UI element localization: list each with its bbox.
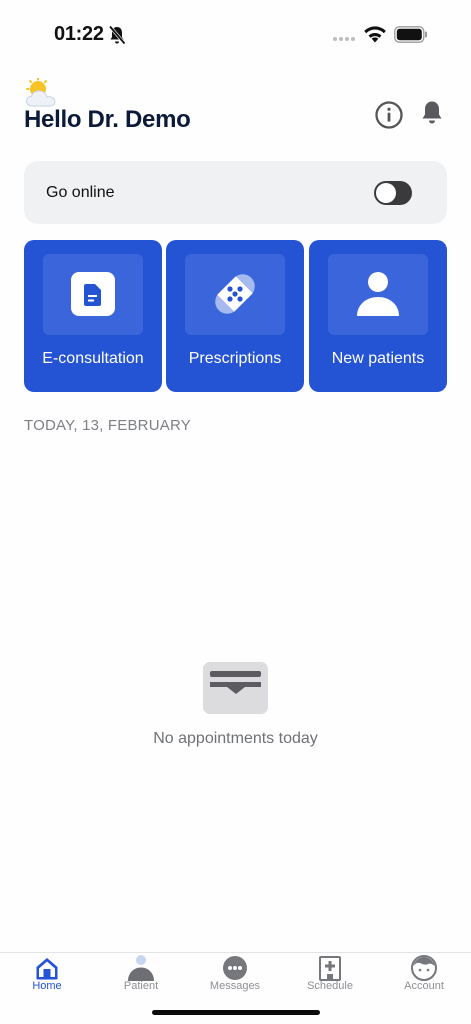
- nav-label: Schedule: [307, 980, 353, 992]
- nav-item-messages[interactable]: Messages: [188, 953, 282, 1003]
- go-online-label: Go online: [46, 184, 115, 201]
- nav-item-patient[interactable]: Patient: [94, 953, 188, 1003]
- greeting-title: Hello Dr. Demo: [24, 106, 191, 133]
- inbox-tray-icon: [203, 662, 268, 714]
- date-heading: TODAY, 13, FEBRUARY: [24, 417, 191, 434]
- info-circle-icon[interactable]: [374, 100, 404, 130]
- person-icon: [357, 272, 399, 316]
- wifi-icon: [364, 26, 386, 43]
- bell-icon[interactable]: [420, 99, 444, 127]
- tile-icon-box: [43, 254, 143, 335]
- face-icon: [411, 955, 437, 981]
- tile-label: New patients: [331, 350, 425, 367]
- nav-item-account[interactable]: Account: [377, 953, 471, 1003]
- chat-bubble-icon: [223, 956, 247, 980]
- toggle-knob: [376, 183, 396, 203]
- nav-label: Account: [404, 980, 444, 992]
- hospital-icon: [319, 956, 341, 981]
- go-online-card: Go online: [24, 161, 447, 224]
- e-consultation-tile[interactable]: E-consultation: [24, 240, 162, 392]
- go-online-toggle[interactable]: [374, 181, 412, 205]
- tile-label: Prescriptions: [188, 350, 282, 367]
- nav-label: Patient: [123, 980, 159, 992]
- status-bar: 01:22: [0, 0, 471, 60]
- tile-icon-box: [328, 254, 428, 335]
- pill-icon: [215, 274, 255, 314]
- patient-icon: [128, 955, 154, 981]
- bell-slash-icon: [108, 25, 126, 45]
- tile-label: E-consultation: [42, 350, 144, 367]
- nav-item-home[interactable]: Home: [0, 953, 94, 1003]
- home-icon: [36, 958, 58, 980]
- prescriptions-tile[interactable]: Prescriptions: [166, 240, 304, 392]
- empty-state-text: No appointments today: [153, 730, 318, 747]
- new-patients-tile[interactable]: New patients: [309, 240, 447, 392]
- home-indicator: [152, 1010, 320, 1015]
- nav-item-schedule[interactable]: Schedule: [283, 953, 377, 1003]
- nav-label: Home: [32, 980, 62, 992]
- signal-dots-icon: [333, 37, 355, 41]
- tile-icon-box: [185, 254, 285, 335]
- nav-label: Messages: [209, 980, 261, 992]
- status-time: 01:22: [54, 23, 104, 45]
- battery-icon: [394, 26, 427, 43]
- document-icon: [71, 272, 115, 316]
